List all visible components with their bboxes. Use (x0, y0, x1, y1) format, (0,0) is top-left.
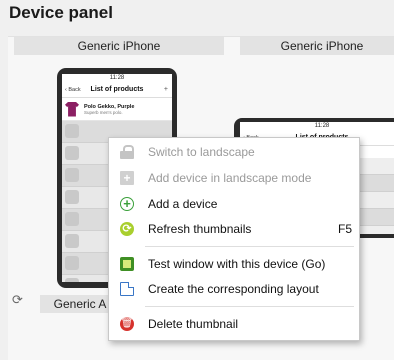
back-label: ‹ Back (65, 87, 81, 93)
layout-icon (120, 282, 134, 296)
device-card-label-2[interactable]: Generic iPhone (240, 37, 394, 55)
shirt-icon (65, 101, 79, 117)
panel-title: Device panel (9, 3, 113, 22)
product-name: Polo Gekko, Purple (84, 103, 135, 110)
menu-item-label: Delete thumbnail (148, 317, 239, 331)
product-description: Superb men's polo. (84, 109, 123, 115)
menu-item-label: Create the corresponding layout (148, 282, 319, 296)
add-circle-icon: + (120, 197, 134, 211)
context-menu: Switch to landscape + Add device in land… (108, 137, 360, 341)
add-landscape-icon: + (120, 171, 134, 185)
menu-item-label: Add device in landscape mode (148, 171, 312, 185)
phone-nav-bar: ‹ Back List of products + (62, 83, 172, 98)
menu-separator (145, 246, 354, 247)
plus-icon: + (163, 86, 168, 93)
menu-item-shortcut: F5 (337, 222, 352, 236)
menu-separator (145, 306, 354, 307)
menu-item-add-device[interactable]: + Add a device (109, 192, 359, 216)
menu-item-delete-thumbnail[interactable]: 🗑 Delete thumbnail (109, 312, 359, 336)
delete-icon: 🗑 (120, 317, 134, 331)
status-bar-time: 11:28 (240, 122, 394, 131)
menu-item-label: Add a device (148, 197, 218, 211)
status-bar-time: 11:28 (62, 74, 172, 83)
phone-nav-title: List of products (90, 86, 144, 93)
menu-item-test-window[interactable]: Test window with this device (Go) (109, 252, 359, 276)
menu-item-add-landscape[interactable]: + Add device in landscape mode (109, 166, 359, 190)
menu-item-label: Test window with this device (Go) (148, 257, 326, 271)
device-card-label-1[interactable]: Generic iPhone (14, 37, 224, 55)
refresh-icon: ⟳ (120, 222, 134, 236)
menu-item-label: Refresh thumbnails (148, 222, 252, 236)
test-window-icon (120, 257, 134, 271)
lock-icon (120, 145, 134, 159)
product-row: Polo Gekko, Purple Superb men's polo. (62, 98, 172, 121)
menu-item-refresh-thumbnails[interactable]: ⟳ Refresh thumbnails F5 (109, 217, 359, 241)
menu-item-create-layout[interactable]: Create the corresponding layout (109, 277, 359, 301)
refresh-icon[interactable]: ⟳ (12, 292, 23, 308)
menu-item-switch-landscape[interactable]: Switch to landscape (109, 140, 359, 164)
menu-item-label: Switch to landscape (148, 145, 255, 159)
